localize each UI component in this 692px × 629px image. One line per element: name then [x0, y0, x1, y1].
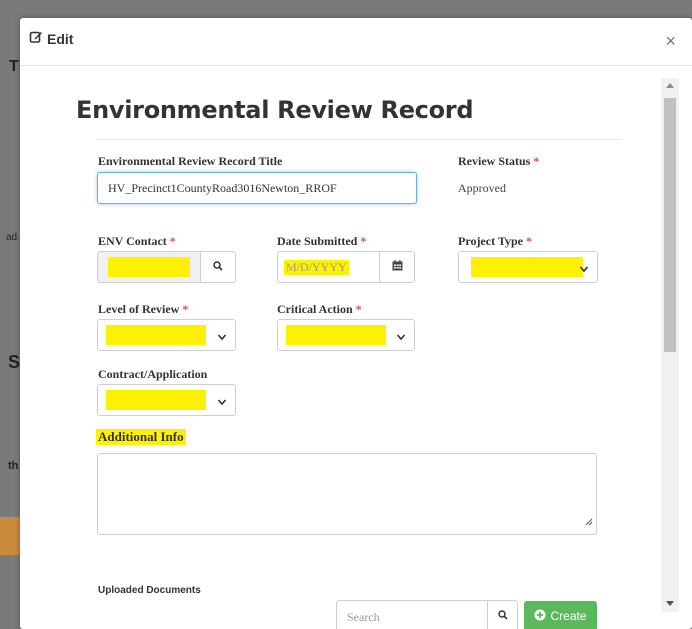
edit-modal: Edit × Environmental Review Record Envir… — [20, 18, 692, 629]
project-type-select[interactable] — [458, 251, 598, 283]
redacted-highlight — [106, 325, 206, 345]
record-title-input[interactable]: HV_Precinct1CountyRoad3016Newton_RROF — [97, 172, 417, 204]
level-of-review-label: Level of Review * — [98, 302, 189, 316]
date-submitted-label: Date Submitted * — [277, 234, 367, 248]
background-fragment: ad — [6, 232, 18, 243]
modal-scrollbar[interactable] — [661, 78, 679, 612]
chevron-down-icon — [579, 261, 589, 279]
scrollbar-thumb[interactable] — [664, 98, 676, 352]
date-submitted-input[interactable]: M/D/YYYY — [277, 251, 380, 283]
edit-icon — [29, 30, 43, 47]
additional-info-label: Additional Info — [96, 429, 186, 445]
review-status-value: Approved — [458, 181, 506, 195]
search-placeholder: Search — [347, 610, 380, 624]
record-title-value: HV_Precinct1CountyRoad3016Newton_RROF — [108, 181, 337, 195]
chevron-down-icon — [217, 394, 227, 412]
redacted-highlight — [106, 390, 206, 410]
modal-body: Environmental Review Record Environmenta… — [20, 66, 692, 629]
chevron-down-icon — [217, 329, 227, 347]
calendar-icon — [392, 258, 403, 276]
chevron-down-icon — [396, 329, 406, 347]
search-icon — [497, 607, 508, 625]
critical-action-select[interactable] — [277, 319, 415, 351]
search-icon — [213, 258, 223, 276]
background-fragment: T — [9, 58, 19, 75]
redacted-highlight — [108, 257, 190, 277]
modal-title-text: Edit — [47, 30, 74, 47]
resize-handle-icon[interactable] — [585, 513, 593, 531]
calendar-button[interactable] — [380, 251, 415, 283]
scroll-down-arrow-icon[interactable] — [666, 601, 674, 606]
modal-title: Edit — [29, 30, 73, 47]
create-button-label: Create — [550, 609, 587, 623]
close-icon[interactable]: × — [665, 32, 676, 50]
scroll-up-arrow-icon[interactable] — [666, 83, 674, 88]
review-status-label: Review Status * — [458, 154, 540, 168]
uploaded-documents-label: Uploaded Documents — [98, 585, 201, 596]
documents-search-input[interactable]: Search — [336, 600, 488, 629]
level-of-review-select[interactable] — [97, 319, 236, 351]
project-type-label: Project Type * — [458, 234, 532, 248]
form-title: Environmental Review Record — [76, 96, 474, 124]
title-divider — [96, 139, 621, 140]
env-contact-label: ENV Contact * — [98, 234, 176, 248]
background-strip-orange — [0, 517, 20, 555]
env-contact-input[interactable] — [97, 251, 201, 283]
contract-application-select[interactable] — [97, 384, 236, 416]
redacted-highlight — [471, 257, 583, 277]
modal-header: Edit × — [20, 18, 692, 66]
record-title-label: Environmental Review Record Title — [98, 154, 283, 168]
additional-info-textarea[interactable] — [97, 453, 597, 535]
redacted-highlight — [286, 325, 386, 345]
critical-action-label: Critical Action * — [277, 302, 362, 316]
date-placeholder: M/D/YYYY — [284, 260, 349, 275]
env-contact-search-button[interactable] — [201, 251, 236, 283]
background-fragment: th — [8, 460, 19, 472]
create-button[interactable]: Create — [524, 601, 597, 629]
documents-search-button[interactable] — [488, 600, 518, 629]
contract-application-label: Contract/Application — [98, 367, 208, 381]
background-fragment: S — [8, 352, 21, 372]
plus-circle-icon — [534, 609, 546, 624]
